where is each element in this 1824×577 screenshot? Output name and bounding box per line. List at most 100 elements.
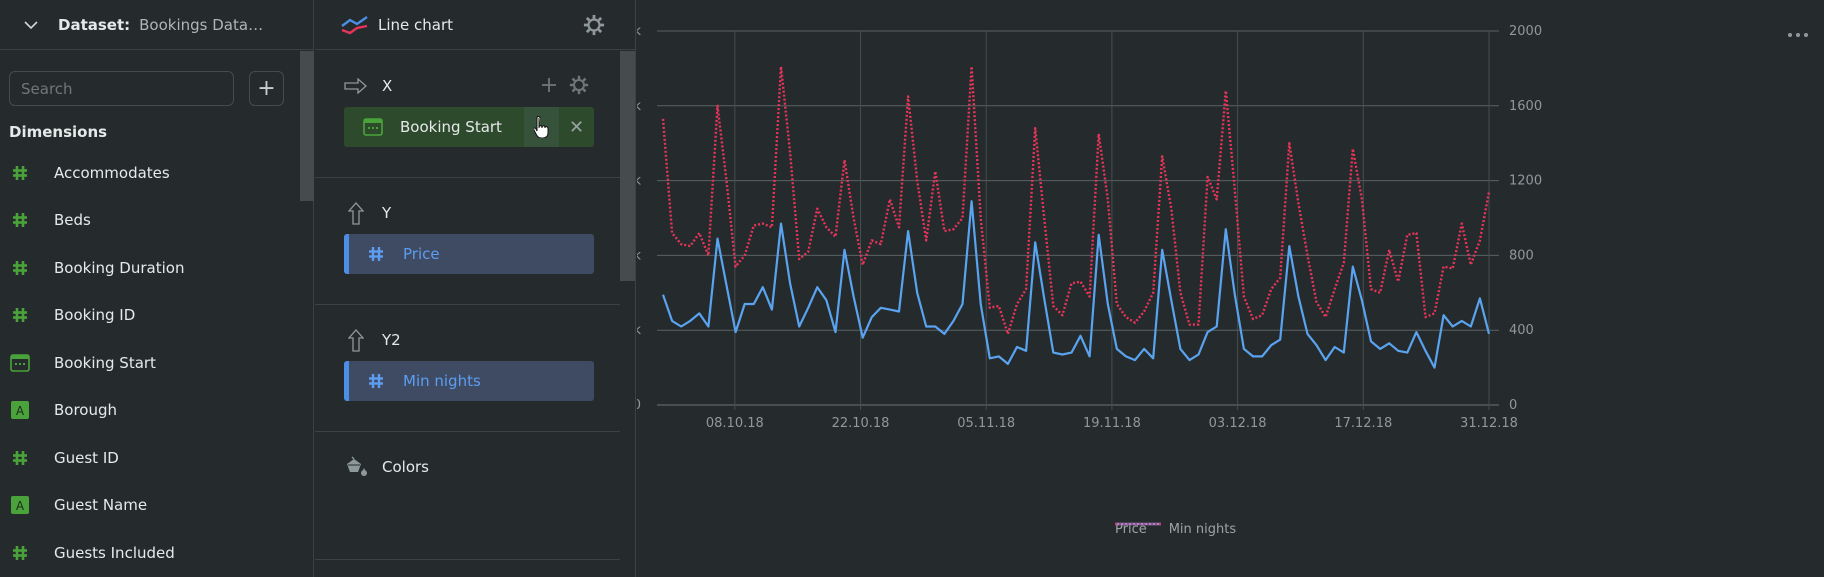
dimension-label: Accommodates [54, 163, 170, 182]
x-tick-label: 19.11.18 [1083, 416, 1141, 431]
paint-bucket-icon [344, 455, 368, 479]
x-settings-gear-icon[interactable] [568, 74, 590, 96]
y2-tick-label: 1200 [1509, 174, 1542, 189]
dimension-label: Booking ID [54, 306, 136, 325]
series-line-min-nights [661, 65, 1491, 336]
legend-label-min-nights: Min nights [1168, 522, 1237, 537]
x-tick-label: 03.12.18 [1209, 416, 1267, 431]
y-tick-label: 60k [637, 174, 641, 189]
x-tick-label: 22.10.18 [832, 416, 890, 431]
hash-icon [10, 210, 30, 230]
hash-icon [365, 370, 387, 392]
hash-icon [10, 543, 30, 563]
hash-icon [10, 258, 30, 278]
section-y-label: Y [382, 204, 392, 222]
line-chart: 0 0 20k 400 40k 800 60k 1200 80k 1600 100k 2000 08.1… [637, 24, 1542, 431]
y-tick-label: 0 [637, 398, 641, 413]
x-tick-label: 05.11.18 [957, 416, 1015, 431]
remove-x-field-icon[interactable]: ✕ [559, 107, 594, 147]
x-field-label: Booking Start [400, 118, 502, 136]
dimension-item[interactable]: Guest ID [0, 434, 300, 482]
y-field-label: Price [403, 245, 440, 263]
x-tick-label: 17.12.18 [1334, 416, 1392, 431]
section-y2-label: Y2 [382, 331, 401, 349]
drag-handle-icon[interactable] [524, 107, 559, 147]
y-tick-label: 40k [637, 248, 641, 263]
chart-legend: Price Min nights [1115, 522, 1236, 537]
dimension-item[interactable]: A Guest Name [0, 482, 300, 530]
dimension-item[interactable]: Booking ID [0, 292, 300, 340]
dataset-label: Dataset: [58, 15, 131, 34]
line-chart-icon [341, 15, 368, 34]
gear-icon[interactable] [583, 14, 605, 36]
section-x: X Booking Start ✕ [315, 51, 620, 178]
more-options-icon[interactable] [1788, 33, 1808, 37]
dataset-panel: Dataset: Bookings Data… + Dimensions Acc… [0, 0, 314, 577]
y-tick-label: 100k [637, 24, 641, 39]
dataset-fields: + Dimensions Accommodates Beds Booking Dur… [0, 51, 300, 577]
calendar-icon [10, 353, 30, 373]
chevron-down-icon[interactable] [22, 16, 40, 34]
y2-tick-label: 800 [1509, 248, 1534, 263]
arrow-up-icon [344, 328, 368, 352]
dimension-label: Guests Included [54, 543, 175, 562]
svg-text:A: A [16, 499, 25, 513]
dataset-scrollbar[interactable] [300, 51, 314, 201]
text-type-icon: A [10, 495, 30, 515]
arrow-right-icon [344, 74, 368, 98]
y2-tick-label: 2000 [1509, 24, 1542, 39]
svg-text:A: A [16, 404, 25, 418]
dimension-label: Booking Duration [54, 258, 185, 277]
calendar-icon [362, 116, 384, 138]
dimension-item[interactable]: Booking Duration [0, 244, 300, 292]
hash-icon [10, 305, 30, 325]
y2-tick-label: 400 [1509, 323, 1534, 338]
text-type-icon: A [10, 400, 30, 420]
dimension-item[interactable]: Booking Start [0, 339, 300, 387]
plus-icon: + [257, 76, 276, 101]
section-y: Y Price [315, 178, 620, 305]
y2-tick-label: 0 [1509, 398, 1517, 413]
section-y2: Y2 Min nights [315, 305, 620, 432]
app-window: Dataset: Bookings Data… + Dimensions Acc… [0, 0, 1824, 577]
dimension-label: Guest Name [54, 496, 148, 515]
dimension-label: Beds [54, 211, 91, 230]
visual-settings-panel: Line chart X Booking Start ✕ Y Price Y2 … [315, 0, 636, 577]
chart-type-label: Line chart [378, 15, 454, 34]
dimensions-heading: Dimensions [9, 123, 108, 141]
placeholders: X Booking Start ✕ Y Price Y2 Min nights … [315, 51, 620, 577]
hash-icon [10, 163, 30, 183]
dimension-item[interactable]: Beds [0, 197, 300, 245]
dataset-selector[interactable]: Dataset: Bookings Data… [0, 0, 313, 50]
hash-icon [365, 243, 387, 265]
section-x-label: X [382, 77, 393, 95]
y2-field-chip[interactable]: Min nights [344, 361, 594, 401]
chart-area: 0 0 20k 400 40k 800 60k 1200 80k 1600 100k 2000 08.1… [637, 0, 1824, 577]
legend-item-min-nights[interactable]: Min nights [1115, 522, 1237, 537]
dataset-name[interactable]: Bookings Data… [139, 16, 263, 34]
y2-tick-label: 1600 [1509, 99, 1542, 114]
x-tick-label: 08.10.18 [706, 416, 764, 431]
section-colors-label: Colors [382, 458, 429, 476]
x-field-chip[interactable]: Booking Start ✕ [344, 107, 594, 147]
y-tick-label: 20k [637, 323, 641, 338]
x-tick-label: 31.12.18 [1460, 416, 1518, 431]
arrow-up-icon [344, 201, 368, 225]
dimension-label: Borough [54, 401, 118, 420]
legend-swatch-min-nights [1115, 522, 1161, 526]
dimension-label: Guest ID [54, 448, 119, 467]
section-colors[interactable]: Colors [315, 432, 620, 560]
settings-scrollbar[interactable] [620, 51, 635, 281]
dimension-label: Booking Start [54, 353, 156, 372]
dimensions-list: Accommodates Beds Booking Duration Booking … [0, 149, 300, 577]
chart-type-selector[interactable]: Line chart [315, 0, 635, 50]
y-tick-label: 80k [637, 99, 641, 114]
add-field-button[interactable]: + [249, 71, 284, 106]
search-input[interactable] [9, 71, 234, 106]
y-field-chip[interactable]: Price [344, 234, 594, 274]
add-x-field-icon[interactable] [538, 74, 560, 96]
y2-field-label: Min nights [403, 372, 481, 390]
dimension-item[interactable]: Guests Included [0, 529, 300, 577]
dimension-item[interactable]: A Borough [0, 387, 300, 435]
dimension-item[interactable]: Accommodates [0, 149, 300, 197]
